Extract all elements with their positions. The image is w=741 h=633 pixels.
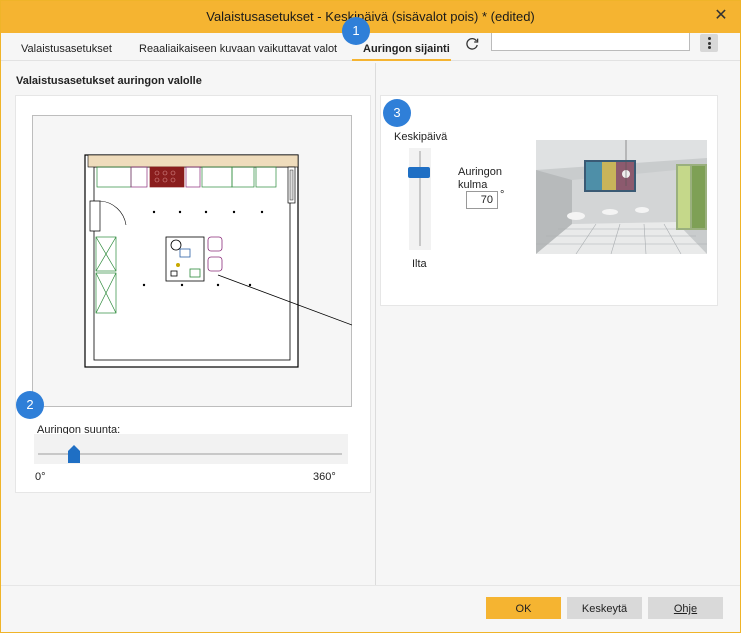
room-preview-image (536, 140, 707, 254)
degree-unit: ° (500, 189, 505, 201)
column-divider (375, 63, 376, 585)
section-title: Valaistusasetukset auringon valolle (16, 75, 202, 87)
cancel-button[interactable]: Keskeytä (567, 597, 642, 619)
callout-badge-2: 2 (16, 391, 44, 419)
elevation-top-label: Keskipäivä (394, 131, 448, 143)
tab-sun-position[interactable]: Auringon sijainti (363, 43, 450, 55)
search-input[interactable] (491, 33, 690, 51)
sun-direction-track (38, 453, 342, 455)
floor-plan-view[interactable] (32, 115, 352, 407)
tab-lighting-settings[interactable]: Valaistusasetukset (21, 43, 112, 55)
kitchen-island (165, 236, 205, 282)
dialog-window: Valaistusasetukset - Keskipäivä (sisäval… (0, 0, 741, 633)
callout-badge-1: 1 (342, 17, 370, 45)
elevation-thumb[interactable] (408, 166, 430, 178)
ok-button[interactable]: OK (486, 597, 561, 619)
elevation-track (419, 151, 421, 246)
counter-top (87, 154, 299, 168)
refresh-icon[interactable] (464, 36, 480, 52)
left-cabinets (95, 236, 117, 314)
callout-badge-3: 3 (383, 99, 411, 127)
help-button[interactable]: Ohje (648, 597, 723, 619)
sun-direction-slider[interactable] (34, 434, 348, 464)
sun-angle-label: Auringon kulma (458, 166, 503, 188)
direction-max-label: 360° (313, 471, 336, 483)
door-left (89, 200, 101, 232)
more-options-icon[interactable] (700, 34, 718, 52)
elevation-bottom-label: Ilta (412, 258, 427, 270)
window-title: Valaistusasetukset - Keskipäivä (sisäval… (206, 9, 535, 24)
active-tab-indicator (352, 59, 451, 61)
tab-realtime-lights[interactable]: Reaaliaikaiseen kuvaan vaikuttavat valot (139, 43, 337, 55)
sun-angle-input[interactable] (466, 191, 498, 209)
sun-direction-thumb[interactable] (68, 445, 81, 463)
close-icon[interactable]: ✕ (712, 7, 730, 25)
direction-min-label: 0° (35, 471, 46, 483)
footer-divider (1, 585, 740, 586)
title-bar: Valaistusasetukset - Keskipäivä (sisäval… (1, 1, 740, 33)
